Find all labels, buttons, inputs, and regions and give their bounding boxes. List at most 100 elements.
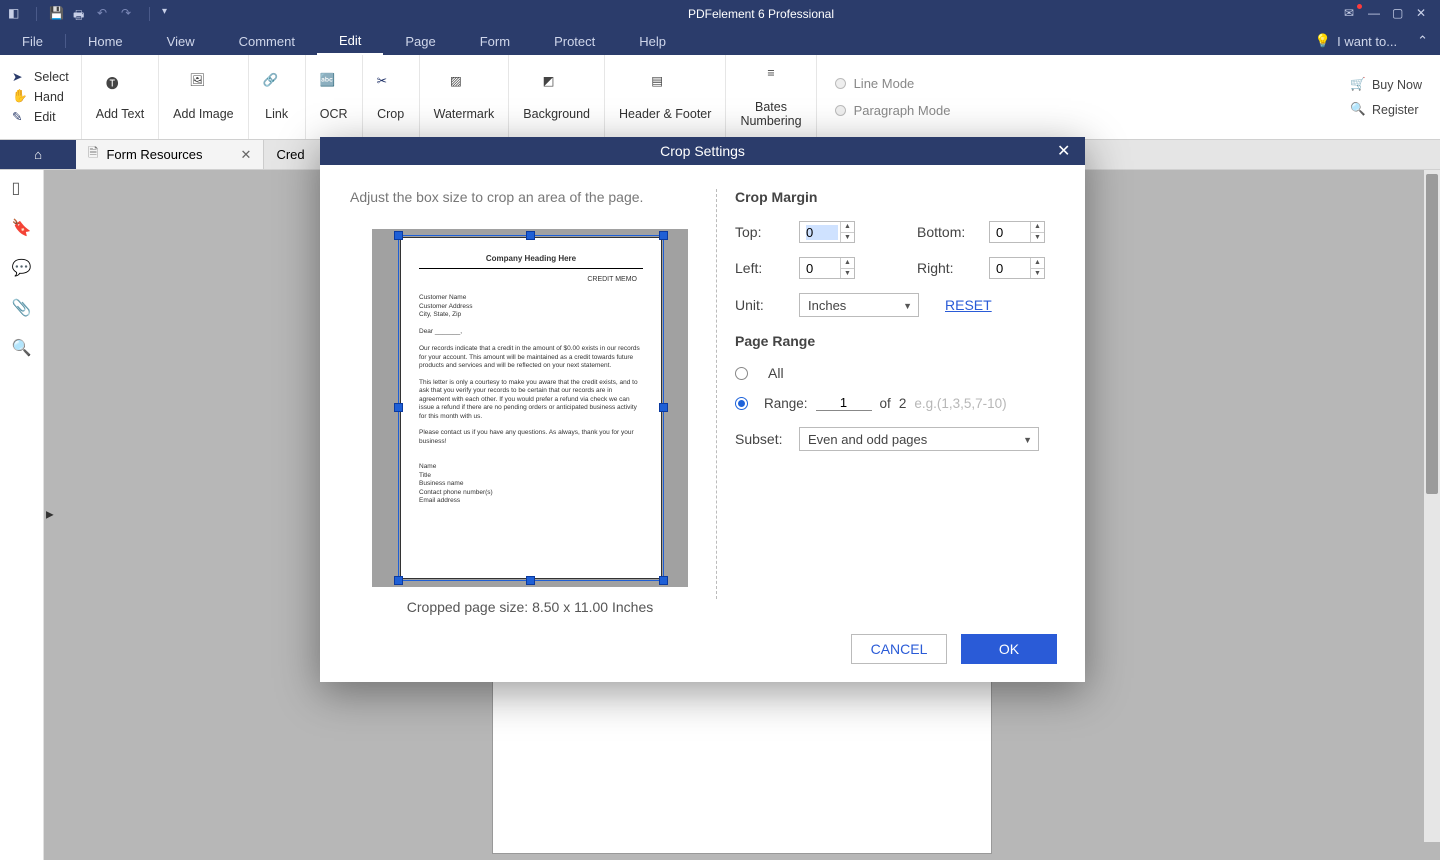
range-from-input[interactable] [816, 395, 872, 411]
bookmarks-icon[interactable]: 🔖 [12, 218, 32, 238]
line-mode-radio[interactable]: Line Mode [835, 76, 951, 91]
crop-button[interactable]: ✂Crop [363, 55, 420, 139]
bulb-icon: 💡 [1315, 33, 1331, 49]
bates-button[interactable]: ≡Bates Numbering [726, 55, 816, 139]
spin-up-icon[interactable]: ▲ [840, 222, 854, 233]
menu-view[interactable]: View [145, 27, 217, 55]
crop-handle[interactable] [526, 576, 535, 585]
page-range-heading: Page Range [735, 333, 1055, 349]
close-tab-icon[interactable]: ✕ [241, 147, 252, 163]
undo-icon[interactable]: ↶ [97, 6, 113, 22]
tab-other[interactable]: Cred [264, 140, 316, 169]
range-hint: e.g.(1,3,5,7-10) [914, 396, 1006, 411]
crop-handle[interactable] [659, 576, 668, 585]
all-label: All [768, 365, 784, 381]
crop-handle[interactable] [526, 231, 535, 240]
paragraph-mode-radio[interactable]: Paragraph Mode [835, 103, 951, 118]
menu-protect[interactable]: Protect [532, 27, 617, 55]
ribbon: ➤Select ✋Hand ✎Edit 🅣Add Text 🖼Add Image… [0, 55, 1440, 140]
spin-up-icon[interactable]: ▲ [1030, 222, 1044, 233]
ok-button[interactable]: OK [961, 634, 1057, 664]
tab-form-resources[interactable]: 🗎 Form Resources ✕ [76, 140, 264, 169]
top-input[interactable]: ▲▼ [799, 221, 855, 243]
left-label: Left: [735, 260, 787, 276]
chevron-down-icon: ▼ [1023, 435, 1032, 445]
home-tab[interactable]: ⌂ [0, 140, 76, 169]
crop-box[interactable] [398, 235, 664, 581]
cart-icon: 🛒 [1350, 77, 1366, 92]
tool-select[interactable]: ➤Select [12, 69, 69, 85]
bottom-input[interactable]: ▲▼ [989, 221, 1045, 243]
link-button[interactable]: 🔗Link [249, 55, 306, 139]
menu-edit[interactable]: Edit [317, 27, 383, 55]
add-image-button[interactable]: 🖼Add Image [159, 55, 248, 139]
radio-icon [835, 105, 846, 116]
watermark-button[interactable]: ▨Watermark [420, 55, 510, 139]
crop-handle[interactable] [394, 576, 403, 585]
spin-up-icon[interactable]: ▲ [840, 258, 854, 269]
unit-select[interactable]: Inches▼ [799, 293, 919, 317]
menu-home[interactable]: Home [66, 27, 145, 55]
minimize-icon[interactable]: — [1368, 6, 1384, 22]
magnify-icon: 🔍 [1350, 102, 1366, 117]
reset-link[interactable]: RESET [945, 297, 992, 313]
left-input[interactable]: ▲▼ [799, 257, 855, 279]
spin-down-icon[interactable]: ▼ [840, 269, 854, 279]
bates-icon: ≡ [757, 66, 785, 94]
menu-help[interactable]: Help [617, 27, 688, 55]
menu-page[interactable]: Page [383, 27, 457, 55]
menu-comment[interactable]: Comment [217, 27, 317, 55]
menu-file[interactable]: File [0, 27, 65, 55]
subset-select[interactable]: Even and odd pages▼ [799, 427, 1039, 451]
spin-up-icon[interactable]: ▲ [1030, 258, 1044, 269]
crop-preview: Company Heading Here CREDIT MEMO Custome… [372, 229, 688, 587]
header-footer-icon: ▤ [651, 73, 679, 101]
crop-handle[interactable] [394, 403, 403, 412]
redo-icon[interactable]: ↷ [121, 6, 137, 22]
right-input[interactable]: ▲▼ [989, 257, 1045, 279]
cancel-button[interactable]: CANCEL [851, 634, 947, 664]
crop-handle[interactable] [659, 403, 668, 412]
panel-expand-left-icon[interactable]: ▶ [46, 510, 54, 521]
attachments-icon[interactable]: 📎 [12, 298, 32, 318]
tool-edit[interactable]: ✎Edit [12, 109, 69, 125]
spin-down-icon[interactable]: ▼ [840, 233, 854, 243]
i-want-to[interactable]: 💡 I want to... [1315, 33, 1397, 49]
dialog-close-icon[interactable]: ✕ [1057, 141, 1077, 161]
thumbnails-icon[interactable]: ▯ [12, 178, 32, 198]
spin-down-icon[interactable]: ▼ [1030, 233, 1044, 243]
form-icon: 🗎 [88, 144, 98, 166]
menu-form[interactable]: Form [458, 27, 532, 55]
spin-down-icon[interactable]: ▼ [1030, 269, 1044, 279]
subset-label: Subset: [735, 431, 787, 447]
link-icon: 🔗 [263, 73, 291, 101]
tool-hand[interactable]: ✋Hand [12, 89, 69, 105]
print-icon[interactable]: 🖶 [73, 6, 89, 22]
all-radio[interactable] [735, 367, 748, 380]
background-icon: ◩ [543, 73, 571, 101]
chevron-down-icon: ▼ [903, 301, 912, 311]
right-label: Right: [917, 260, 977, 276]
register-link[interactable]: 🔍Register [1350, 102, 1422, 117]
range-total: 2 [899, 396, 907, 411]
qat-dropdown-icon[interactable]: ▾ [162, 6, 178, 22]
ocr-icon: 🔤 [320, 73, 348, 101]
buy-now-link[interactable]: 🛒Buy Now [1350, 77, 1422, 92]
mail-icon[interactable]: ✉ [1344, 6, 1360, 22]
collapse-ribbon-icon[interactable]: ⌃ [1417, 33, 1428, 49]
range-radio[interactable] [735, 397, 748, 410]
header-footer-button[interactable]: ▤Header & Footer [605, 55, 726, 139]
comments-icon[interactable]: 💬 [12, 258, 32, 278]
search-icon[interactable]: 🔍 [12, 338, 32, 358]
add-text-button[interactable]: 🅣Add Text [82, 55, 159, 139]
titlebar: ◧ 💾 🖶 ↶ ↷ ▾ PDFelement 6 Professional ✉ … [0, 0, 1440, 27]
ocr-button[interactable]: 🔤OCR [306, 55, 363, 139]
scrollbar-thumb[interactable] [1426, 174, 1438, 494]
vertical-scrollbar[interactable] [1424, 170, 1440, 842]
maximize-icon[interactable]: ▢ [1392, 6, 1408, 22]
save-icon[interactable]: 💾 [49, 6, 65, 22]
crop-handle[interactable] [394, 231, 403, 240]
close-window-icon[interactable]: ✕ [1416, 6, 1432, 22]
background-button[interactable]: ◩Background [509, 55, 605, 139]
crop-handle[interactable] [659, 231, 668, 240]
